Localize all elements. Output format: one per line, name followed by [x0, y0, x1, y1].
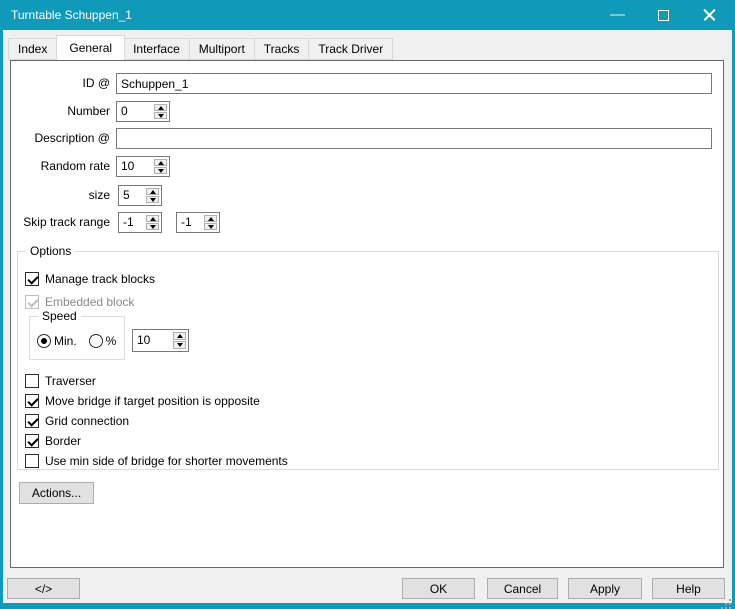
id-label: ID @	[11, 73, 110, 94]
down-arrow-icon	[158, 114, 164, 118]
tab-general[interactable]: General	[56, 35, 125, 60]
speed-spin-down-button[interactable]	[173, 341, 186, 349]
minimize-button[interactable]	[594, 0, 640, 30]
checkbox-label: Traverser	[45, 374, 96, 388]
tab-track-driver[interactable]: Track Driver	[309, 38, 393, 60]
checkbox-icon	[25, 374, 39, 388]
up-arrow-icon	[158, 106, 164, 110]
actions-button[interactable]: Actions...	[19, 482, 94, 504]
random-rate-spin-up-button[interactable]	[154, 159, 167, 166]
random-rate-spinner: 10	[116, 156, 170, 177]
speed-groupbox-title: Speed	[38, 309, 81, 324]
size-spin-up-button[interactable]	[146, 188, 159, 195]
general-tab-panel: ID @ Number 0 Description @ Random rate …	[10, 60, 724, 568]
up-arrow-icon	[150, 190, 156, 194]
up-arrow-icon	[158, 161, 164, 165]
skip-track-range-to-spinner: -1	[176, 212, 220, 233]
speed-spinner: 10	[132, 329, 189, 352]
size-label: size	[11, 185, 110, 206]
skip-to-spin-down-button[interactable]	[204, 223, 217, 230]
help-button[interactable]: Help	[652, 578, 725, 599]
skip-track-range-from-value[interactable]: -1	[119, 213, 144, 232]
skip-to-spin-up-button[interactable]	[204, 215, 217, 222]
window-title: Turntable Schuppen_1	[11, 0, 132, 30]
id-input[interactable]	[116, 73, 712, 94]
speed-groupbox: Speed Min. %	[29, 316, 125, 360]
number-spinner-value[interactable]: 0	[117, 102, 152, 121]
maximize-icon	[658, 10, 669, 21]
dialog-window: Turntable Schuppen_1 Index General Inter…	[0, 0, 735, 609]
checkbox-label: Border	[45, 434, 81, 448]
radio-speed-min-label: Min.	[54, 334, 77, 348]
checkbox-label: Use min side of bridge for shorter movem…	[45, 454, 288, 468]
speed-spinner-value[interactable]: 10	[133, 330, 171, 351]
ok-button[interactable]: OK	[402, 578, 475, 599]
close-icon	[702, 8, 717, 23]
radio-speed-percent-label: %	[106, 334, 117, 348]
checkbox-label: Move bridge if target position is opposi…	[45, 394, 260, 408]
number-spinner: 0	[116, 101, 170, 122]
up-arrow-icon	[150, 217, 156, 221]
checkbox-label: Grid connection	[45, 414, 129, 428]
tab-bar: Index General Interface Multiport Tracks…	[8, 35, 393, 60]
down-arrow-icon	[208, 225, 214, 229]
checkbox-grid-connection[interactable]: Grid connection	[25, 413, 129, 429]
close-button[interactable]	[686, 0, 732, 30]
tab-interface[interactable]: Interface	[124, 38, 190, 60]
checkbox-label: Manage track blocks	[45, 272, 155, 286]
skip-track-range-to-value[interactable]: -1	[177, 213, 202, 232]
skip-from-spin-up-button[interactable]	[146, 215, 159, 222]
apply-button[interactable]: Apply	[568, 578, 642, 599]
checkbox-move-bridge[interactable]: Move bridge if target position is opposi…	[25, 393, 260, 409]
size-spinner: 5	[118, 185, 162, 206]
size-spin-down-button[interactable]	[146, 196, 159, 203]
random-rate-spinner-value[interactable]: 10	[117, 157, 152, 176]
resize-grip[interactable]	[729, 599, 731, 601]
up-arrow-icon	[208, 217, 214, 221]
checkbox-icon	[25, 454, 39, 468]
down-arrow-icon	[158, 169, 164, 173]
checkbox-icon	[25, 394, 39, 408]
radio-speed-percent[interactable]	[89, 334, 103, 348]
checkbox-icon	[25, 434, 39, 448]
checkbox-manage-track-blocks[interactable]: Manage track blocks	[25, 271, 155, 287]
number-spin-up-button[interactable]	[154, 104, 167, 111]
minimize-icon	[610, 14, 625, 16]
random-rate-spin-down-button[interactable]	[154, 167, 167, 174]
skip-track-range-label: Skip track range	[11, 212, 110, 233]
checkbox-icon	[25, 272, 39, 286]
checkbox-icon	[25, 414, 39, 428]
down-arrow-icon	[177, 343, 183, 347]
speed-spin-up-button[interactable]	[173, 332, 186, 340]
description-input[interactable]	[116, 128, 712, 149]
description-label: Description @	[11, 128, 110, 149]
checkbox-traverser[interactable]: Traverser	[25, 373, 96, 389]
checkbox-embedded-block: Embedded block	[25, 294, 134, 310]
window-border-left	[0, 30, 3, 609]
random-rate-label: Random rate	[11, 156, 110, 177]
size-spinner-value[interactable]: 5	[119, 186, 144, 205]
options-groupbox-title: Options	[26, 244, 75, 259]
checkbox-label: Embedded block	[45, 295, 134, 309]
radio-speed-min[interactable]	[37, 334, 51, 348]
number-label: Number	[11, 101, 110, 122]
checkbox-border[interactable]: Border	[25, 433, 81, 449]
down-arrow-icon	[150, 225, 156, 229]
skip-from-spin-down-button[interactable]	[146, 223, 159, 230]
titlebar[interactable]: Turntable Schuppen_1	[0, 0, 735, 30]
tab-multiport[interactable]: Multiport	[190, 38, 255, 60]
number-spin-down-button[interactable]	[154, 112, 167, 119]
tab-index[interactable]: Index	[8, 38, 57, 60]
tab-tracks[interactable]: Tracks	[255, 38, 310, 60]
cancel-button[interactable]: Cancel	[487, 578, 558, 599]
code-view-button[interactable]: </>	[7, 578, 80, 599]
down-arrow-icon	[150, 198, 156, 202]
checkbox-icon	[25, 295, 39, 309]
maximize-button[interactable]	[640, 0, 686, 30]
window-border-bottom	[0, 603, 735, 609]
skip-track-range-from-spinner: -1	[118, 212, 162, 233]
up-arrow-icon	[177, 334, 183, 338]
checkbox-use-min-side[interactable]: Use min side of bridge for shorter movem…	[25, 453, 288, 469]
